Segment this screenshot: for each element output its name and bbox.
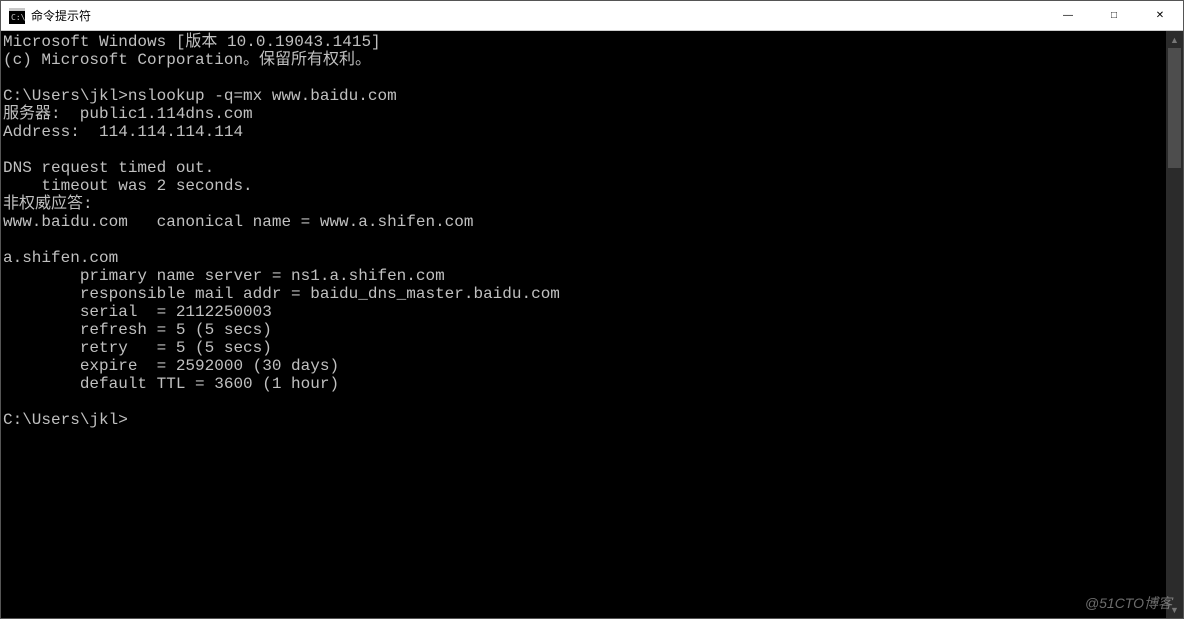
terminal-output[interactable]: Microsoft Windows [版本 10.0.19043.1415] (… (1, 31, 1166, 618)
cmd-window: C:\ 命令提示符 — □ ✕ Microsoft Windows [版本 10… (0, 0, 1184, 619)
svg-text:C:\: C:\ (11, 13, 25, 22)
maximize-button[interactable]: □ (1091, 1, 1137, 31)
scroll-down-button[interactable]: ▼ (1166, 601, 1183, 618)
close-button[interactable]: ✕ (1137, 1, 1183, 31)
minimize-button[interactable]: — (1045, 1, 1091, 31)
scroll-thumb[interactable] (1168, 48, 1181, 168)
client-area: Microsoft Windows [版本 10.0.19043.1415] (… (1, 31, 1183, 618)
cmd-icon: C:\ (9, 8, 25, 24)
titlebar[interactable]: C:\ 命令提示符 — □ ✕ (1, 1, 1183, 31)
vertical-scrollbar[interactable]: ▲ ▼ (1166, 31, 1183, 618)
window-title: 命令提示符 (31, 7, 99, 24)
scroll-up-button[interactable]: ▲ (1166, 31, 1183, 48)
